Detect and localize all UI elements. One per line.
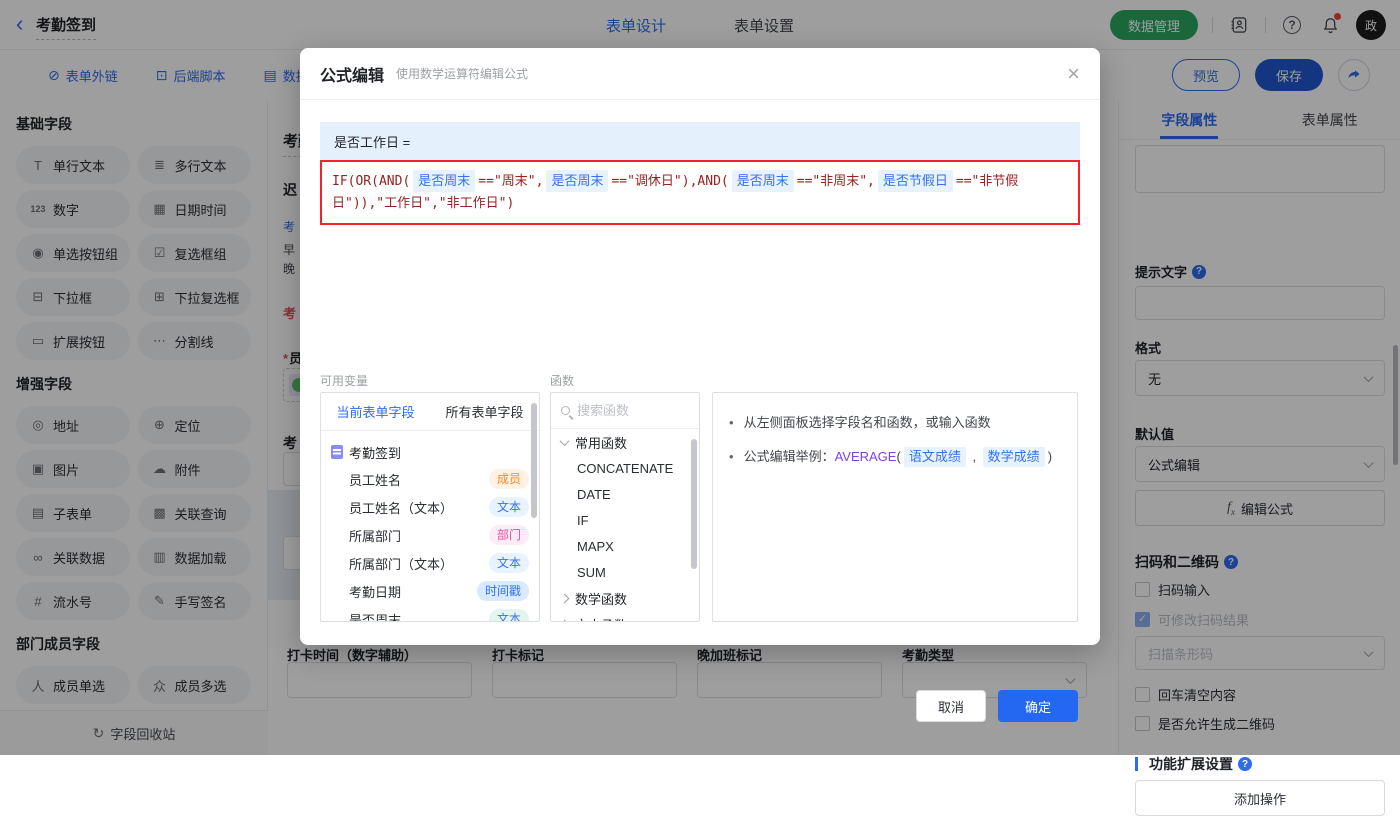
formula-target-bar: 是否工作日 =: [320, 122, 1080, 160]
search-icon: [561, 406, 570, 415]
code-token: =="非周末",: [797, 174, 875, 189]
tab-current-form-fields[interactable]: 当前表单字段: [336, 402, 414, 421]
function-item-CONCATENATE[interactable]: CONCATENATE: [551, 455, 699, 481]
variable-row-考勤日期[interactable]: 考勤日期时间戳: [321, 577, 539, 605]
example-function-name: AVERAGE: [835, 449, 897, 464]
cancel-button[interactable]: 取消: [916, 690, 986, 722]
variables-label: 可用变量: [320, 372, 368, 389]
code-token: =="调休日"),AND(: [611, 174, 728, 189]
add-action-button[interactable]: 添加操作: [1135, 780, 1385, 816]
field-type-badge: 文本: [489, 497, 529, 517]
variables-rows: 员工姓名成员员工姓名（文本）文本所属部门部门所属部门（文本）文本考勤日期时间戳是…: [321, 465, 539, 622]
close-icon[interactable]: ×: [1067, 63, 1080, 85]
variable-row-员工姓名[interactable]: 员工姓名成员: [321, 465, 539, 493]
field-token-chip: 数学成绩: [983, 447, 1045, 467]
formula-help-panel: •从左侧面板选择字段名和函数，或输入函数 • 公式编辑举例：AVERAGE(语文…: [712, 392, 1078, 622]
hint-line-1: •从左侧面板选择字段名和函数，或输入函数: [729, 413, 1061, 433]
dialog-header: 公式编辑 使用数学运算符编辑公式 ×: [300, 48, 1100, 100]
function-group-数学函数[interactable]: 数学函数: [551, 585, 699, 611]
variables-scrollbar[interactable]: [531, 403, 537, 518]
variables-panel: 当前表单字段 所有表单字段 考勤签到 员工姓名成员员工姓名（文本）文本所属部门部…: [320, 392, 540, 622]
code-token: =="周末",: [478, 174, 543, 189]
dialog-body: 是否工作日 = IF(OR(AND(是否周末=="周末",是否周末=="调休日"…: [300, 100, 1100, 645]
function-group-常用函数[interactable]: 常用函数: [551, 429, 699, 455]
field-type-badge: 文本: [489, 609, 529, 622]
variable-row-所属部门[interactable]: 所属部门部门: [321, 521, 539, 549]
tab-all-form-fields[interactable]: 所有表单字段: [445, 402, 523, 421]
form-doc-icon: [331, 445, 343, 459]
function-group-文本函数[interactable]: 文本函数: [551, 611, 699, 622]
function-item-DATE[interactable]: DATE: [551, 481, 699, 507]
variable-row-是否周末[interactable]: 是否周末文本: [321, 605, 539, 622]
chevron-right-icon: [560, 619, 570, 622]
example-tokens: 语文成绩 , 数学成绩: [901, 449, 1048, 464]
variables-tabs: 当前表单字段 所有表单字段: [321, 393, 539, 431]
field-token-chip[interactable]: 是否周末: [413, 170, 475, 192]
function-item-IF[interactable]: IF: [551, 507, 699, 533]
variable-row-员工姓名（文本）[interactable]: 员工姓名（文本）文本: [321, 493, 539, 521]
field-type-badge: 时间戳: [477, 581, 529, 601]
functions-panel: 常用函数CONCATENATEDATEIFMAPXSUM数学函数文本函数: [550, 392, 700, 622]
field-type-badge: 文本: [489, 553, 529, 573]
function-search-input[interactable]: [577, 403, 677, 418]
hint-line-2: • 公式编辑举例：AVERAGE(语文成绩 , 数学成绩): [729, 447, 1061, 467]
field-token-chip: 语文成绩: [904, 447, 966, 467]
confirm-button[interactable]: 确定: [998, 690, 1078, 722]
field-token-chip[interactable]: 是否节假日: [878, 170, 953, 192]
variables-list: 考勤签到 员工姓名成员员工姓名（文本）文本所属部门部门所属部门（文本）文本考勤日…: [321, 431, 539, 622]
function-search: [551, 393, 699, 429]
variables-root-node[interactable]: 考勤签到: [321, 439, 539, 465]
field-type-badge: 部门: [489, 525, 529, 545]
field-token-chip[interactable]: 是否周末: [546, 170, 608, 192]
dialog-title: 公式编辑: [320, 62, 384, 86]
dialog-footer: 取消 确定: [916, 690, 1078, 722]
field-type-badge: 成员: [489, 469, 529, 489]
code-token: IF(OR(AND(: [332, 174, 410, 189]
variable-row-所属部门（文本）[interactable]: 所属部门（文本）文本: [321, 549, 539, 577]
function-item-SUM[interactable]: SUM: [551, 559, 699, 585]
formula-editor-dialog: 公式编辑 使用数学运算符编辑公式 × 是否工作日 = IF(OR(AND(是否周…: [300, 48, 1100, 645]
help-icon[interactable]: ?: [1238, 757, 1252, 771]
chevron-right-icon: [560, 593, 570, 603]
field-token-chip[interactable]: 是否周末: [732, 170, 794, 192]
function-item-MAPX[interactable]: MAPX: [551, 533, 699, 559]
dialog-subtitle: 使用数学运算符编辑公式: [396, 65, 528, 82]
functions-scrollbar[interactable]: [691, 439, 697, 569]
section-bar: [1135, 757, 1138, 771]
functions-label: 函数: [550, 372, 574, 389]
functions-tree: 常用函数CONCATENATEDATEIFMAPXSUM数学函数文本函数: [551, 429, 699, 622]
chevron-down-icon: [560, 436, 570, 446]
formula-code-editor[interactable]: IF(OR(AND(是否周末=="周末",是否周末=="调休日"),AND(是否…: [320, 160, 1080, 225]
extension-section-label: 功能扩展设置?: [1135, 754, 1252, 774]
